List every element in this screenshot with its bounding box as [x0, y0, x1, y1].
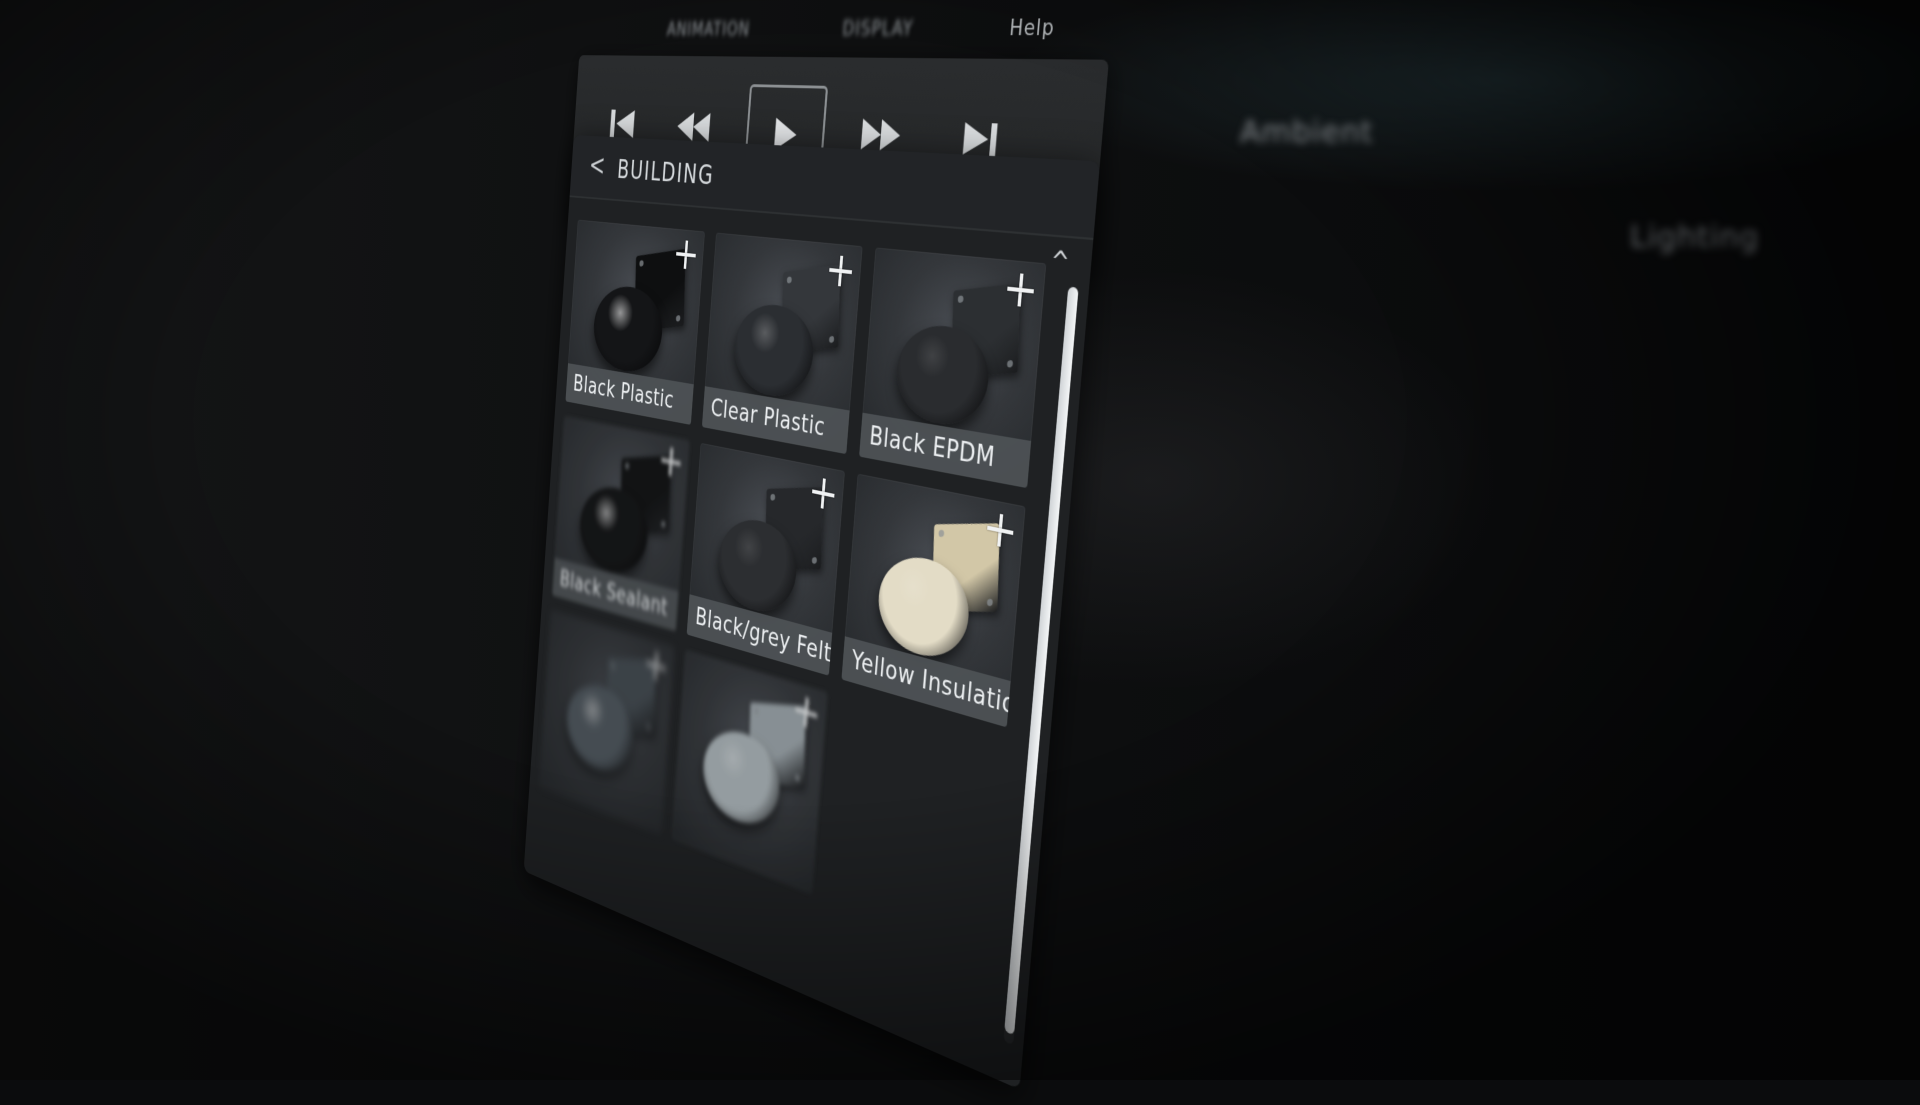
material-tile[interactable]: Black Sealant	[552, 416, 690, 631]
material-tile[interactable]: Clear Plastic	[702, 233, 863, 455]
material-tile[interactable]: Black Plastic	[565, 220, 704, 425]
material-library-panel: < BUILDING ^ Black Plastic Clear Plastic	[524, 135, 1100, 1089]
menu-display[interactable]: DISPLAY	[841, 16, 914, 41]
add-material-icon[interactable]	[1006, 272, 1035, 308]
material-tile[interactable]: Yellow Insulation	[841, 474, 1025, 728]
menu-animation[interactable]: ANIMATION	[666, 18, 750, 41]
material-tile[interactable]	[672, 650, 828, 894]
add-material-icon[interactable]	[986, 512, 1015, 550]
back-button[interactable]: <	[586, 148, 608, 183]
add-material-icon[interactable]	[828, 255, 853, 288]
add-material-icon[interactable]	[646, 649, 667, 682]
material-label: Black Plastic	[565, 363, 693, 425]
menu-bar: ANIMATION DISPLAY Help	[579, 6, 1113, 60]
add-material-icon[interactable]	[811, 476, 836, 511]
panel-title: BUILDING	[616, 155, 715, 192]
add-material-icon[interactable]	[675, 240, 697, 270]
material-browser-window: ANIMATION DISPLAY Help < BUILDING ^ Blac…	[523, 6, 1140, 1105]
menu-help[interactable]: Help	[1008, 15, 1055, 41]
collapse-chevron-icon[interactable]: ^	[1047, 249, 1073, 276]
add-material-icon[interactable]	[660, 446, 681, 478]
material-tile[interactable]: Black EPDM	[859, 247, 1046, 488]
material-tile[interactable]: Black/grey Felt	[687, 443, 845, 676]
material-tile[interactable]	[539, 610, 675, 835]
material-label: Clear Plastic	[702, 386, 850, 454]
